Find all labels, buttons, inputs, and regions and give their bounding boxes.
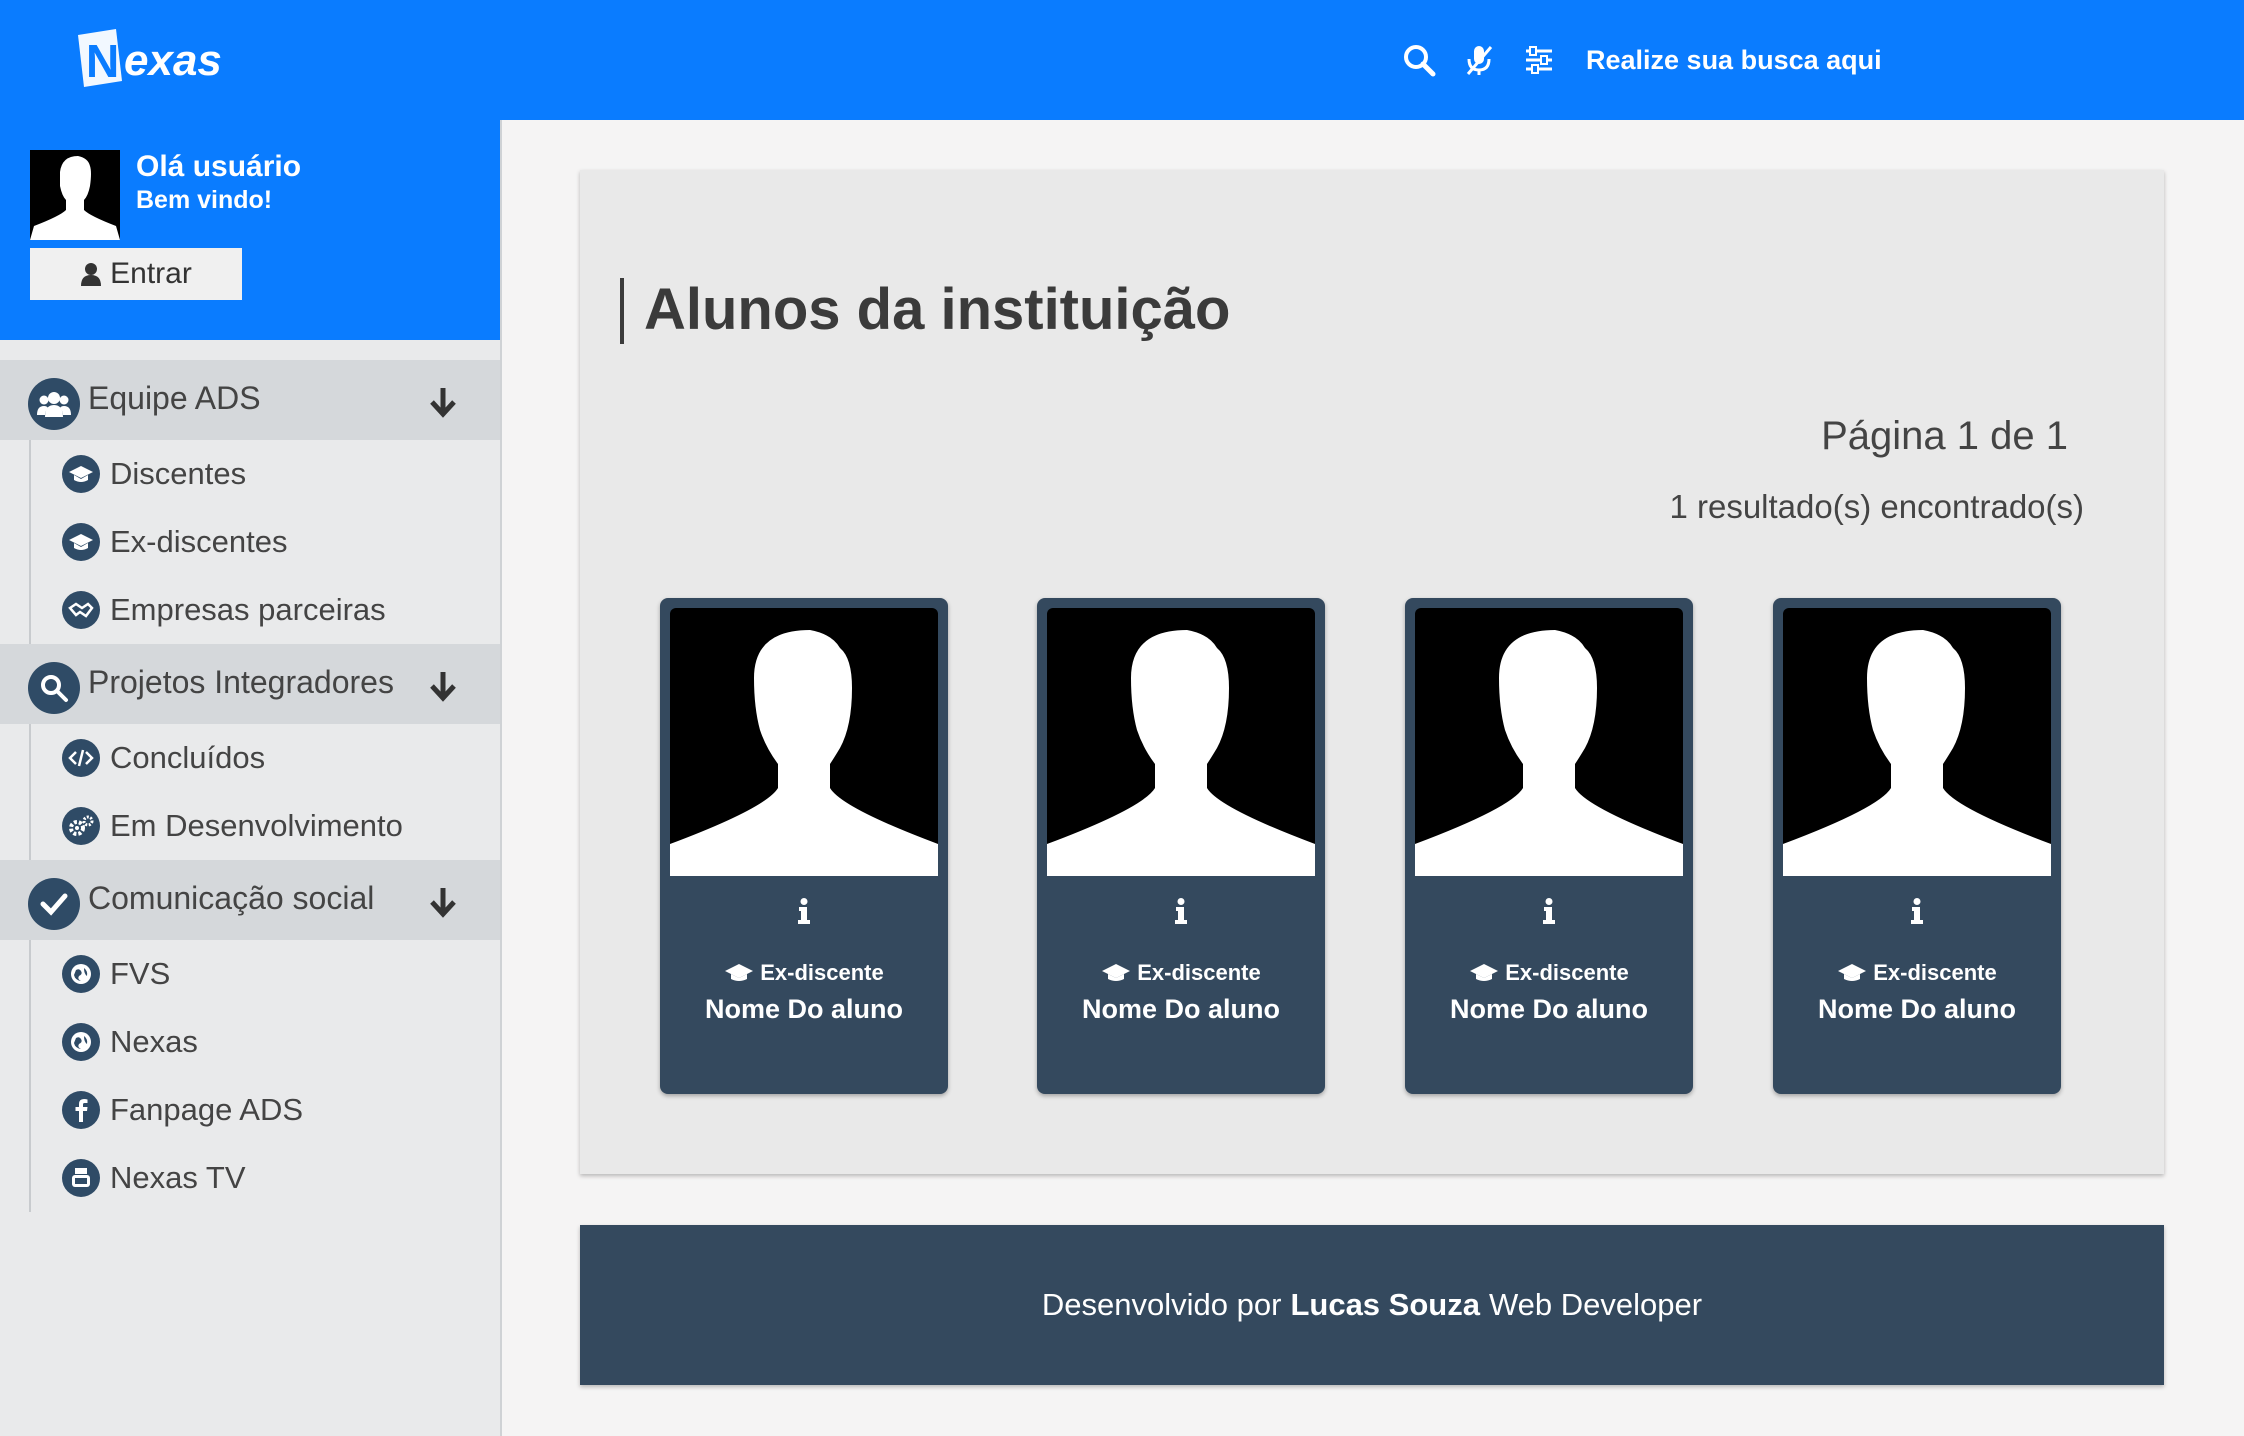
info-icon[interactable] [1773,898,2061,929]
sidebar-menu: Equipe ADS Discentes Ex-discentes Empres… [0,360,500,1212]
sidebar-item-fanpage-ads[interactable]: Fanpage ADS [0,1076,500,1144]
sidebar-item-discentes[interactable]: Discentes [0,440,500,508]
sidebar-item-label: FVS [110,956,171,991]
sidebar-item-empresas-parceiras[interactable]: Empresas parceiras [0,576,500,644]
welcome-text: Bem vindo! [136,186,273,214]
nexas-logo-icon: N exas [78,29,222,87]
student-photo [670,608,938,876]
student-card[interactable]: Ex-discente Nome Do aluno [1773,598,2061,1094]
sidebar-item-em-desenvolvimento[interactable]: Em Desenvolvimento [0,792,500,860]
gears-icon [62,807,100,845]
search-icon [28,662,80,714]
user-icon [81,263,102,286]
avatar [30,150,120,240]
student-card[interactable]: Ex-discente Nome Do aluno [1405,598,1693,1094]
pagination-info: Página 1 de 1 [1821,414,2068,458]
student-name: Nome Do aluno [1081,994,1280,1024]
graduation-cap-icon [1470,964,1499,981]
microphone-off-icon[interactable] [1460,41,1498,79]
info-icon[interactable] [660,898,948,929]
sidebar-item-label: Discentes [110,456,247,491]
student-role: Ex-discente [1405,960,1693,986]
search-icon[interactable] [1400,41,1438,79]
results-count: 1 resultado(s) encontrado(s) [1669,488,2084,525]
arrow-down-icon [430,672,456,702]
search-input[interactable]: Realize sua busca aqui [1586,45,1882,76]
info-icon[interactable] [1037,898,1325,929]
student-role: Ex-discente [1037,960,1325,986]
sidebar-item-nexas[interactable]: Nexas [0,1008,500,1076]
code-icon [62,739,100,777]
sidebar-section-label: Equipe ADS [88,380,261,416]
sidebar-section-label: Projetos Integradores [88,664,394,700]
arrow-down-icon [430,888,456,918]
footer-author: Lucas Souza [1290,1287,1480,1322]
sidebar-item-label: Concluídos [110,740,266,775]
student-photo [1783,608,2051,876]
sidebar-item-fvs[interactable]: FVS [0,940,500,1008]
info-icon[interactable] [1405,898,1693,929]
graduation-cap-icon [1102,964,1131,981]
sidebar-item-label: Nexas TV [110,1160,246,1195]
sidebar-section-equipe-ads[interactable]: Equipe ADS [0,360,500,440]
student-photo [1047,608,1315,876]
top-bar: N exas Realize sua busca aqui [0,0,2244,120]
sidebar-item-nexas-tv[interactable]: Nexas TV [0,1144,500,1212]
sidebar-item-ex-discentes[interactable]: Ex-discentes [0,508,500,576]
graduation-cap-icon [1838,964,1867,981]
sidebar-section-items: Concluídos Em Desenvolvimento [0,724,500,860]
sidebar-section-projetos-integradores[interactable]: Projetos Integradores [0,644,500,724]
sidebar-item-label: Fanpage ADS [110,1092,304,1127]
student-card[interactable]: Ex-discente Nome Do aluno [1037,598,1325,1094]
student-card[interactable]: Ex-discente Nome Do aluno [660,598,948,1094]
footer-suffix: Web Developer [1488,1287,1703,1322]
footer-prefix: Desenvolvido por [1041,1287,1282,1322]
sidebar-section-comunicacao-social[interactable]: Comunicação social [0,860,500,940]
search-area: Realize sua busca aqui [1400,30,1882,90]
sidebar-section-items: FVS Nexas Fanpage ADS Nexas TV [0,940,500,1212]
student-name: Nome Do aluno [704,994,903,1024]
user-box: Olá usuário Bem vindo! Entrar [0,120,500,340]
nexas-logo[interactable]: N exas [72,22,252,98]
greeting-text: Olá usuário [136,150,302,183]
sidebar-item-concluidos[interactable]: Concluídos [0,724,500,792]
globe-icon [62,1023,100,1061]
check-icon [28,878,80,930]
student-role-label: Ex-discente [1873,960,1997,985]
student-role-label: Ex-discente [1505,960,1629,985]
youtube-icon [62,1159,100,1197]
student-name: Nome Do aluno [1817,994,2016,1024]
sidebar-section-label: Comunicação social [88,880,375,916]
arrow-down-icon [430,388,456,418]
svg-text:N: N [86,35,119,87]
sidebar-item-label: Ex-discentes [110,524,288,559]
users-icon [28,378,80,430]
filter-sliders-icon[interactable] [1520,41,1558,79]
students-panel: Alunos da instituição Página 1 de 1 1 re… [580,170,2164,1174]
facebook-icon [62,1091,100,1129]
graduation-cap-icon [725,964,754,981]
student-photo [1415,608,1683,876]
login-label: Entrar [110,257,192,290]
student-role: Ex-discente [660,960,948,986]
footer: Desenvolvido por Lucas Souza Web Develop… [580,1225,2164,1385]
page-title: Alunos da instituição [620,278,1231,344]
svg-text:exas: exas [124,36,222,85]
student-role: Ex-discente [1773,960,2061,986]
student-role-label: Ex-discente [1137,960,1261,985]
globe-icon [62,955,100,993]
sidebar-item-label: Nexas [110,1024,198,1059]
handshake-icon [62,591,100,629]
student-role-label: Ex-discente [760,960,884,985]
sidebar-section-items: Discentes Ex-discentes Empresas parceira… [0,440,500,644]
graduation-cap-icon [62,523,100,561]
sidebar-item-label: Empresas parceiras [110,592,386,627]
graduation-cap-icon [62,455,100,493]
sidebar-item-label: Em Desenvolvimento [110,808,403,843]
student-name: Nome Do aluno [1449,994,1648,1024]
login-button[interactable]: Entrar [30,248,242,300]
sidebar: Olá usuário Bem vindo! Entrar Equipe ADS… [0,120,502,1436]
